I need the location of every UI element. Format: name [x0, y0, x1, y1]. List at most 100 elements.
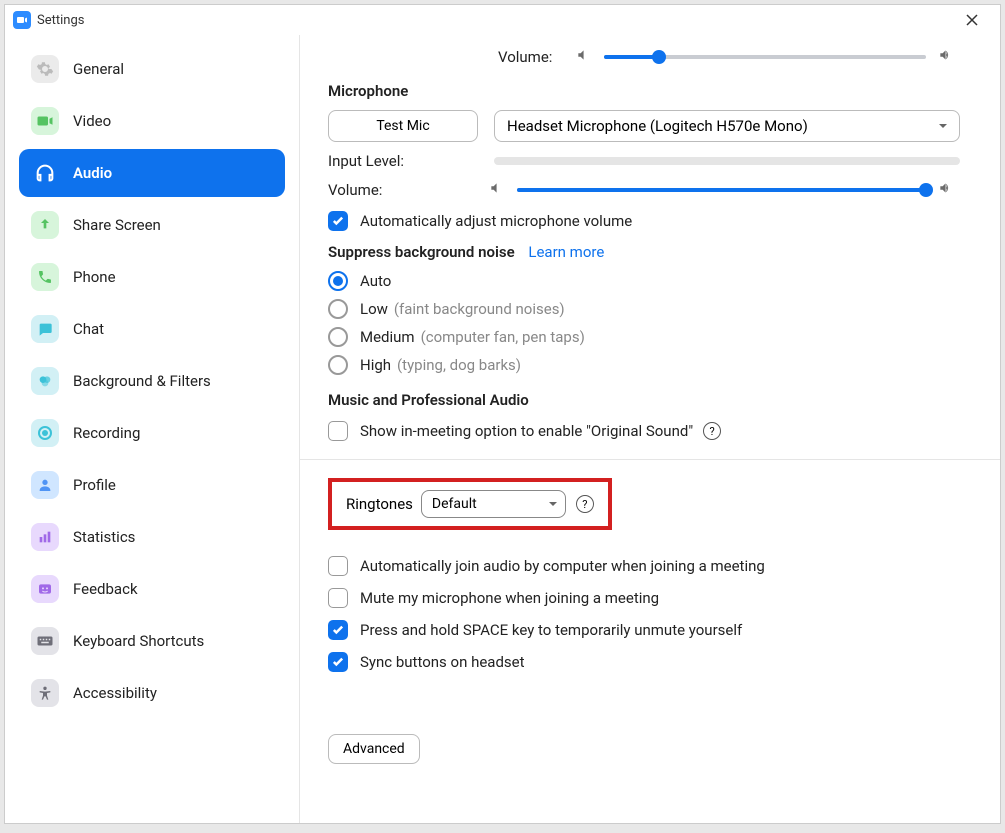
noise-medium-label: Medium	[360, 328, 415, 346]
chat-icon	[31, 315, 59, 343]
noise-low-label: Low	[360, 300, 388, 318]
nav-label: Audio	[73, 164, 112, 182]
test-mic-button[interactable]: Test Mic	[328, 110, 478, 142]
sidebar-item-background[interactable]: Background & Filters	[19, 357, 285, 405]
noise-high-row: High (typing, dog barks)	[328, 355, 960, 375]
share-icon	[31, 211, 59, 239]
mic-device-value: Headset Microphone (Logitech H570e Mono)	[507, 117, 808, 135]
noise-medium-hint: (computer fan, pen taps)	[421, 328, 585, 346]
sync-headset-checkbox[interactable]	[328, 652, 348, 672]
sidebar-item-feedback[interactable]: Feedback	[19, 565, 285, 613]
filters-icon	[31, 367, 59, 395]
sidebar-item-share-screen[interactable]: Share Screen	[19, 201, 285, 249]
content-area: Volume: Microphone Test Mic Headset Micr…	[300, 35, 1000, 823]
sidebar-item-statistics[interactable]: Statistics	[19, 513, 285, 561]
phone-icon	[31, 263, 59, 291]
noise-auto-row: Auto	[328, 271, 960, 291]
nav-label: Recording	[73, 424, 140, 442]
window-title: Settings	[37, 13, 952, 28]
noise-high-hint: (typing, dog barks)	[397, 356, 521, 374]
mute-join-label: Mute my microphone when joining a meetin…	[360, 589, 659, 607]
auto-join-label: Automatically join audio by computer whe…	[360, 557, 765, 575]
noise-medium-row: Medium (computer fan, pen taps)	[328, 327, 960, 347]
auto-adjust-label: Automatically adjust microphone volume	[360, 212, 632, 230]
original-sound-checkbox[interactable]	[328, 421, 348, 441]
input-level-meter	[494, 157, 960, 165]
mic-volume-slider[interactable]	[517, 188, 926, 192]
noise-auto-label: Auto	[360, 272, 391, 290]
noise-auto-radio[interactable]	[328, 271, 348, 291]
help-icon[interactable]: ?	[576, 495, 594, 513]
speaker-high-icon	[938, 180, 954, 199]
sidebar-item-accessibility[interactable]: Accessibility	[19, 669, 285, 717]
nav-label: Statistics	[73, 528, 135, 546]
ringtones-highlight: Ringtones Default ?	[328, 478, 612, 530]
original-sound-label: Show in-meeting option to enable "Origin…	[360, 422, 693, 440]
space-unmute-checkbox[interactable]	[328, 620, 348, 640]
noise-high-radio[interactable]	[328, 355, 348, 375]
ringtones-value: Default	[432, 496, 477, 512]
nav-label: Accessibility	[73, 684, 157, 702]
suppress-heading: Suppress background noise Learn more	[328, 243, 960, 261]
sidebar-item-chat[interactable]: Chat	[19, 305, 285, 353]
sidebar-item-general[interactable]: General	[19, 45, 285, 93]
help-icon[interactable]: ?	[703, 422, 721, 440]
mic-device-select[interactable]: Headset Microphone (Logitech H570e Mono)	[494, 110, 960, 142]
auto-adjust-row: Automatically adjust microphone volume	[328, 211, 960, 231]
sidebar-item-keyboard[interactable]: Keyboard Shortcuts	[19, 617, 285, 665]
advanced-button[interactable]: Advanced	[328, 734, 420, 764]
noise-medium-radio[interactable]	[328, 327, 348, 347]
noise-low-radio[interactable]	[328, 299, 348, 319]
keyboard-icon	[31, 627, 59, 655]
nav-label: Video	[73, 112, 111, 130]
nav-label: General	[73, 60, 124, 78]
settings-window: Settings General Video Audio Share Scree…	[4, 4, 1001, 824]
space-unmute-row: Press and hold SPACE key to temporarily …	[328, 620, 960, 640]
noise-low-row: Low (faint background noises)	[328, 299, 960, 319]
feedback-icon	[31, 575, 59, 603]
speaker-low-icon	[576, 47, 592, 66]
original-sound-row: Show in-meeting option to enable "Origin…	[328, 421, 960, 441]
sidebar-item-video[interactable]: Video	[19, 97, 285, 145]
nav-label: Background & Filters	[73, 372, 211, 390]
mute-join-row: Mute my microphone when joining a meetin…	[328, 588, 960, 608]
input-level-row: Input Level:	[328, 152, 960, 170]
titlebar: Settings	[5, 5, 1000, 35]
microphone-heading: Microphone	[328, 82, 960, 100]
ringtones-select[interactable]: Default	[421, 490, 566, 518]
gear-icon	[31, 55, 59, 83]
stats-icon	[31, 523, 59, 551]
mic-volume-row: Volume:	[328, 180, 960, 199]
sidebar-item-phone[interactable]: Phone	[19, 253, 285, 301]
close-button[interactable]	[952, 7, 992, 33]
noise-low-hint: (faint background noises)	[394, 300, 565, 318]
ringtones-label: Ringtones	[346, 495, 413, 513]
nav-label: Share Screen	[73, 216, 161, 234]
auto-join-row: Automatically join audio by computer whe…	[328, 556, 960, 576]
sync-headset-label: Sync buttons on headset	[360, 653, 525, 671]
sidebar-item-profile[interactable]: Profile	[19, 461, 285, 509]
mic-volume-label: Volume:	[328, 181, 434, 199]
speaker-volume-row: Volume:	[498, 47, 960, 66]
nav-label: Keyboard Shortcuts	[73, 632, 204, 650]
profile-icon	[31, 471, 59, 499]
auto-adjust-checkbox[interactable]	[328, 211, 348, 231]
nav-label: Phone	[73, 268, 116, 286]
learn-more-link[interactable]: Learn more	[528, 243, 604, 261]
accessibility-icon	[31, 679, 59, 707]
video-icon	[31, 107, 59, 135]
headphones-icon	[31, 159, 59, 187]
space-unmute-label: Press and hold SPACE key to temporarily …	[360, 621, 742, 639]
auto-join-checkbox[interactable]	[328, 556, 348, 576]
divider	[300, 459, 1000, 460]
mic-device-row: Test Mic Headset Microphone (Logitech H5…	[328, 110, 960, 142]
speaker-low-icon	[489, 180, 505, 199]
noise-high-label: High	[360, 356, 391, 374]
nav-label: Feedback	[73, 580, 138, 598]
sidebar-item-recording[interactable]: Recording	[19, 409, 285, 457]
speaker-volume-slider[interactable]	[604, 55, 926, 59]
music-heading: Music and Professional Audio	[328, 391, 960, 409]
sidebar-item-audio[interactable]: Audio	[19, 149, 285, 197]
mute-join-checkbox[interactable]	[328, 588, 348, 608]
input-level-label: Input Level:	[328, 152, 434, 170]
